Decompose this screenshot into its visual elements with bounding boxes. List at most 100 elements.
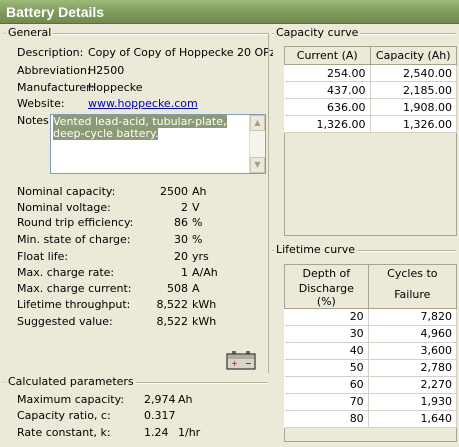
- calculated-label: Maximum capacity:: [17, 393, 125, 406]
- abbreviation-field[interactable]: H2500: [88, 64, 124, 77]
- lifetime-header-depth-line2[interactable]: Discharge (%): [284, 281, 369, 309]
- spec-unit: %: [192, 233, 203, 246]
- spec-label: Nominal capacity:: [17, 185, 116, 198]
- capacity-cell[interactable]: 254.00: [284, 64, 371, 82]
- lifetime-cell[interactable]: 20: [284, 308, 369, 326]
- notes-scrollbar[interactable]: ▲ ▼: [249, 115, 265, 173]
- calculated-value: 1.24: [144, 426, 169, 439]
- spec-label: Lifetime throughput:: [17, 298, 131, 311]
- table-row[interactable]: 254.00 2,540.00: [284, 64, 457, 82]
- spec-value[interactable]: 508: [140, 282, 188, 295]
- capacity-cell[interactable]: 437.00: [284, 81, 371, 99]
- scroll-up-icon[interactable]: ▲: [250, 115, 265, 131]
- spec-label: Suggested value:: [17, 315, 113, 328]
- svg-text:+: +: [231, 359, 238, 368]
- lifetime-cell[interactable]: 1,640: [368, 410, 458, 428]
- capacity-cell[interactable]: 2,540.00: [370, 64, 457, 82]
- spec-value[interactable]: 2: [140, 201, 188, 214]
- lifetime-cell[interactable]: 60: [284, 376, 369, 394]
- lifetime-cell[interactable]: 50: [284, 359, 369, 377]
- lifetime-cell[interactable]: 1,930: [368, 393, 458, 411]
- website-link[interactable]: www.hoppecke.com: [88, 97, 198, 110]
- spec-value[interactable]: 86: [140, 216, 188, 229]
- capacity-cell[interactable]: 636.00: [284, 98, 371, 116]
- table-row[interactable]: 40 3,600: [284, 342, 458, 360]
- capacity-cell[interactable]: 1,326.00: [370, 115, 457, 133]
- table-row[interactable]: 437.00 2,185.00: [284, 81, 457, 99]
- battery-icon: + −: [226, 351, 256, 370]
- spec-unit: kWh: [192, 298, 217, 311]
- spec-label: Float life:: [17, 250, 69, 263]
- capacity-legend: Capacity curve: [274, 26, 361, 39]
- table-row[interactable]: 50 2,780: [284, 359, 458, 377]
- spec-unit: A/Ah: [192, 266, 218, 279]
- spec-value[interactable]: 20: [140, 250, 188, 263]
- spec-value[interactable]: 8,522: [140, 315, 189, 328]
- capacity-header-current[interactable]: Current (A): [284, 46, 371, 65]
- window-title-bar: Battery Details: [0, 0, 459, 24]
- table-row[interactable]: 636.00 1,908.00: [284, 98, 457, 116]
- calculated-legend: Calculated parameters: [6, 375, 136, 388]
- lifetime-cell[interactable]: 4,960: [368, 325, 458, 343]
- spec-unit: Ah: [192, 185, 207, 198]
- lifetime-cell[interactable]: 2,270: [368, 376, 458, 394]
- table-row[interactable]: 30 4,960: [284, 325, 458, 343]
- description-field[interactable]: Copy of Copy of Hoppecke 20 OPzS 25: [88, 46, 273, 59]
- spec-unit: V: [192, 201, 200, 214]
- spec-label: Max. charge current:: [17, 282, 132, 295]
- calculated-unit: 1/hr: [178, 426, 201, 439]
- calculated-label: Capacity ratio, c:: [17, 409, 111, 422]
- calculated-value: 2,974: [144, 393, 176, 406]
- general-group-right-border: [268, 33, 269, 373]
- capacity-table[interactable]: Current (A) Capacity (Ah) 254.00 2,540.00…: [284, 46, 457, 133]
- scroll-down-icon[interactable]: ▼: [250, 157, 265, 173]
- manufacturer-label: Manufacturer:: [17, 81, 95, 94]
- svg-text:−: −: [245, 359, 252, 368]
- capacity-cell[interactable]: 2,185.00: [370, 81, 457, 99]
- table-row[interactable]: 60 2,270: [284, 376, 458, 394]
- lifetime-cell[interactable]: 40: [284, 342, 369, 360]
- spec-label: Round trip efficiency:: [17, 216, 134, 229]
- spec-value[interactable]: 2500: [140, 185, 188, 198]
- lifetime-cell[interactable]: 2,780: [368, 359, 458, 377]
- table-row[interactable]: 20 7,820: [284, 308, 458, 326]
- spec-label: Max. charge rate:: [17, 266, 115, 279]
- abbreviation-label: Abbreviation:: [17, 64, 91, 77]
- calculated-label: Rate constant, k:: [17, 426, 111, 439]
- lifetime-cell[interactable]: 30: [284, 325, 369, 343]
- lifetime-cell[interactable]: 7,820: [368, 308, 458, 326]
- lifetime-cell[interactable]: 80: [284, 410, 369, 428]
- spec-unit: %: [192, 216, 203, 229]
- spec-value[interactable]: 8,522: [140, 298, 189, 311]
- lifetime-cell[interactable]: 3,600: [368, 342, 458, 360]
- lifetime-cell[interactable]: 70: [284, 393, 369, 411]
- general-legend: General: [6, 26, 54, 39]
- notes-textarea[interactable]: Vented lead-acid, tubular-plate, deep-cy…: [50, 114, 266, 174]
- description-label: Description:: [17, 46, 84, 59]
- spec-value[interactable]: 1: [140, 266, 188, 279]
- table-row[interactable]: 70 1,930: [284, 393, 458, 411]
- lifetime-legend: Lifetime curve: [274, 243, 357, 256]
- capacity-header-capacity[interactable]: Capacity (Ah): [369, 46, 457, 65]
- notes-label: Notes:: [17, 114, 53, 127]
- spec-unit: kWh: [192, 315, 217, 328]
- lifetime-header-cycles-line1[interactable]: Cycles to: [367, 264, 458, 282]
- manufacturer-field[interactable]: Hoppecke: [88, 81, 143, 94]
- spec-label: Min. state of charge:: [17, 233, 131, 246]
- website-label: Website:: [17, 97, 65, 110]
- spec-unit: A: [192, 282, 200, 295]
- spec-unit: yrs: [192, 250, 209, 263]
- lifetime-header-depth-line1[interactable]: Depth of: [284, 264, 369, 282]
- window-title: Battery Details: [6, 4, 105, 20]
- notes-text: Vented lead-acid, tubular-plate, deep-cy…: [53, 115, 227, 140]
- lifetime-table[interactable]: Depth of Cycles to Discharge (%) Failure…: [284, 264, 458, 428]
- calculated-value: 0.317: [144, 409, 176, 422]
- spec-value[interactable]: 30: [140, 233, 188, 246]
- table-row[interactable]: 80 1,640: [284, 410, 458, 428]
- capacity-cell[interactable]: 1,326.00: [284, 115, 371, 133]
- spec-label: Nominal voltage:: [17, 201, 111, 214]
- table-row[interactable]: 1,326.00 1,326.00: [284, 115, 457, 133]
- lifetime-header-cycles-line2[interactable]: Failure: [367, 281, 458, 309]
- capacity-cell[interactable]: 1,908.00: [370, 98, 457, 116]
- calculated-unit: Ah: [178, 393, 193, 406]
